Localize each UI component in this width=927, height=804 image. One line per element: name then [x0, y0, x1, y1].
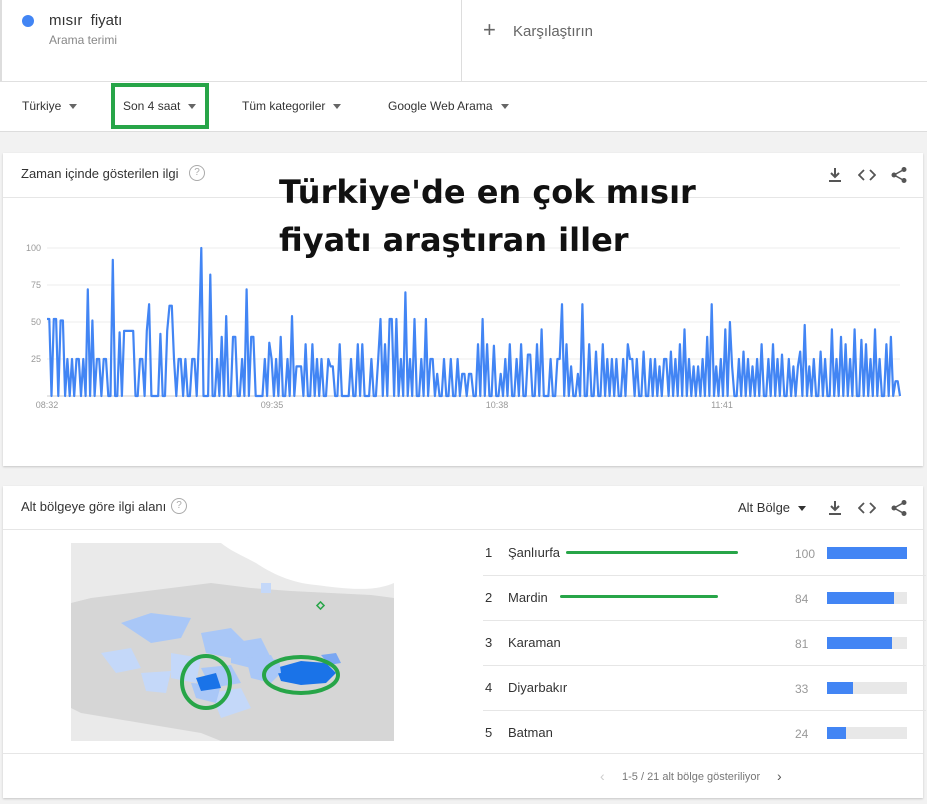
pagination-label: 1-5 / 21 alt bölge gösteriliyor [622, 771, 761, 783]
turkey-region-map[interactable] [71, 543, 394, 741]
chevron-right-icon[interactable]: › [777, 768, 782, 784]
highlight-underline [566, 551, 738, 554]
y-tick-label: 75 [31, 280, 41, 290]
row-bar-track [827, 547, 907, 559]
dropdown-caret-icon [333, 104, 342, 110]
category-filter-label: Tüm kategoriler [242, 99, 326, 113]
region-filter[interactable]: Türkiye [22, 99, 78, 113]
share-icon[interactable] [890, 499, 908, 517]
card-title: Alt bölgeye göre ilgi alanı [21, 499, 167, 514]
search-type-filter[interactable]: Google Web Arama [388, 99, 509, 113]
region-light [261, 583, 271, 593]
y-tick-label: 50 [31, 317, 41, 327]
row-value: 84 [795, 592, 809, 606]
row-value: 24 [795, 727, 809, 741]
dropdown-caret-icon [188, 104, 197, 110]
row-bar-fill [827, 547, 907, 559]
y-tick-label: 100 [26, 243, 41, 253]
row-rank: 5 [485, 725, 493, 740]
table-row[interactable]: 5 Batman 24 [483, 711, 926, 755]
row-rank: 1 [485, 545, 493, 560]
search-term-name: mısır fiyatı [49, 12, 123, 29]
row-region-name: Mardin [508, 590, 548, 605]
row-bar-track [827, 592, 907, 604]
chevron-left-icon[interactable]: ‹ [600, 768, 605, 784]
search-term-dot [22, 15, 34, 27]
row-bar-fill [827, 592, 895, 604]
x-tick-label: 11:41 [711, 400, 733, 410]
dropdown-caret-icon [69, 104, 78, 110]
row-bar-fill [827, 637, 892, 649]
dropdown-caret-icon [500, 104, 509, 110]
x-tick-label: 08:32 [36, 400, 59, 410]
table-row[interactable]: 2 Mardin 84 [483, 576, 926, 621]
interest-by-region-card: Alt bölgeye göre ilgi alanı ? Alt Bölge … [3, 486, 926, 798]
x-tick-label: 10:38 [486, 400, 509, 410]
category-filter[interactable]: Tüm kategoriler [242, 99, 342, 113]
embed-icon[interactable] [858, 499, 876, 517]
row-rank: 4 [485, 680, 493, 695]
row-bar-track [827, 727, 907, 739]
card-divider [3, 753, 923, 754]
search-term-type: Arama terimi [49, 33, 118, 47]
help-icon[interactable]: ? [189, 165, 205, 181]
row-rank: 3 [485, 635, 493, 650]
card-divider [3, 529, 923, 530]
row-region-name: Diyarbakır [508, 680, 568, 695]
share-icon[interactable] [890, 166, 908, 184]
highlight-underline [560, 595, 718, 598]
row-value: 81 [795, 637, 809, 651]
row-rank: 2 [485, 590, 493, 605]
row-bar-fill [827, 727, 847, 739]
overlay-line-1: Türkiye'de en çok mısır [279, 173, 696, 211]
compare-button[interactable]: + Karşılaştırın [463, 0, 927, 81]
card-title: Zaman içinde gösterilen ilgi [21, 166, 179, 181]
row-region-name: Batman [508, 725, 553, 740]
table-row[interactable]: 4 Diyarbakır 33 [483, 666, 926, 711]
search-term-bar: mısır fiyatı Arama terimi + Karşılaştırı… [0, 0, 927, 81]
overlay-line-2: fiyatı araştıran iller [279, 221, 629, 259]
table-row[interactable]: 3 Karaman 81 [483, 621, 926, 666]
region-filter-label: Türkiye [22, 99, 62, 113]
x-tick-label: 09:35 [261, 400, 284, 410]
row-value: 100 [795, 547, 816, 561]
subregion-dropdown-label: Alt Bölge [738, 500, 791, 515]
y-tick-label: 25 [31, 354, 41, 364]
row-region-name: Şanlıurfa [508, 545, 561, 560]
compare-label: Karşılaştırın [513, 23, 594, 40]
help-icon[interactable]: ? [171, 498, 187, 514]
download-icon[interactable] [826, 166, 844, 184]
overlay-annotation: Türkiye'de en çok mısır fiyatı araştıran… [279, 168, 696, 264]
row-bar-track [827, 637, 907, 649]
search-type-filter-label: Google Web Arama [388, 99, 493, 113]
row-bar-track [827, 682, 907, 694]
row-region-name: Karaman [508, 635, 561, 650]
row-value: 33 [795, 682, 809, 696]
time-filter-label: Son 4 saat [123, 99, 181, 113]
row-bar-fill [827, 682, 854, 694]
embed-icon[interactable] [858, 166, 876, 184]
subregion-dropdown[interactable]: Alt Bölge [738, 500, 807, 515]
time-filter[interactable]: Son 4 saat [123, 99, 197, 113]
plus-icon: + [483, 17, 496, 42]
download-icon[interactable] [826, 499, 844, 517]
search-term-card[interactable]: mısır fiyatı Arama terimi [0, 0, 462, 81]
dropdown-caret-icon [798, 506, 807, 512]
